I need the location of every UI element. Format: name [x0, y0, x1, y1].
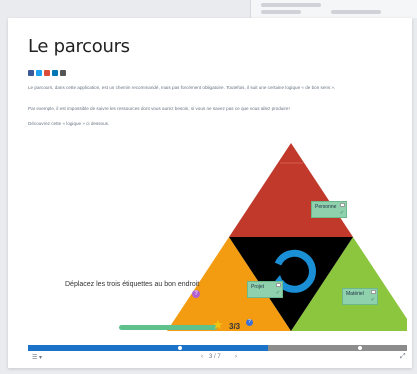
tag-projet-label: Projet [251, 284, 265, 290]
email-icon[interactable] [60, 70, 66, 76]
tag-corner-icon [340, 203, 345, 207]
linkedin-icon[interactable] [52, 70, 58, 76]
tag-personne-label: Personne [315, 204, 337, 210]
help-icon[interactable]: ? [192, 290, 200, 298]
score-value: 3/3 [229, 322, 241, 331]
background-text-line [261, 10, 301, 14]
score-progress-bar [119, 325, 217, 330]
drag-drop-activity: Personne ✓ Projet ✓ Matériel ✓ Déplacez … [28, 143, 407, 343]
next-page-button[interactable]: › [235, 354, 237, 360]
progress-step-dot[interactable] [358, 346, 362, 350]
tag-materiel-label: Matériel [346, 291, 364, 297]
check-icon: ✓ [370, 297, 375, 303]
background-text-line [261, 3, 321, 7]
progress-step-dot[interactable] [178, 346, 182, 350]
check-icon: ✓ [275, 290, 280, 296]
background-text-line [331, 10, 381, 14]
tag-corner-icon [276, 283, 281, 287]
background-window-strip [250, 0, 417, 18]
example-paragraph: Par exemple, il est impossible de suivre… [28, 106, 290, 111]
intro-paragraph: Le parcours, dans cette application, est… [28, 85, 336, 90]
twitter-icon[interactable] [36, 70, 42, 76]
googleplus-icon[interactable] [44, 70, 50, 76]
tag-corner-icon [371, 290, 376, 294]
page-progress-filled [28, 345, 268, 351]
activity-instruction: Déplacez les trois étiquettes au bon end… [65, 281, 200, 288]
social-share-bar [28, 70, 66, 76]
triangle-top-person [229, 143, 353, 237]
menu-button[interactable]: ☰ ▾ [32, 354, 42, 361]
facebook-icon[interactable] [28, 70, 34, 76]
fullscreen-icon[interactable]: ⤢ [400, 353, 406, 361]
check-icon: ✓ [339, 210, 344, 216]
triangle-diagram [167, 143, 407, 331]
score-info-icon[interactable]: ? [246, 319, 253, 326]
tag-personne[interactable]: Personne ✓ [311, 201, 347, 218]
tag-projet[interactable]: Projet ✓ [247, 281, 283, 298]
page-progress-bar[interactable] [28, 345, 407, 351]
tag-materiel[interactable]: Matériel ✓ [342, 288, 378, 305]
prev-page-button[interactable]: ‹ [201, 354, 203, 360]
discover-paragraph: Découvrez cette « logique » ci dessous. [28, 121, 110, 126]
page-indicator: 3 / 7 [209, 354, 221, 360]
page-title: Le parcours [28, 36, 130, 57]
star-icon: ★ [212, 317, 224, 332]
content-card: Le parcours Le parcours, dans cette appl… [8, 18, 412, 368]
